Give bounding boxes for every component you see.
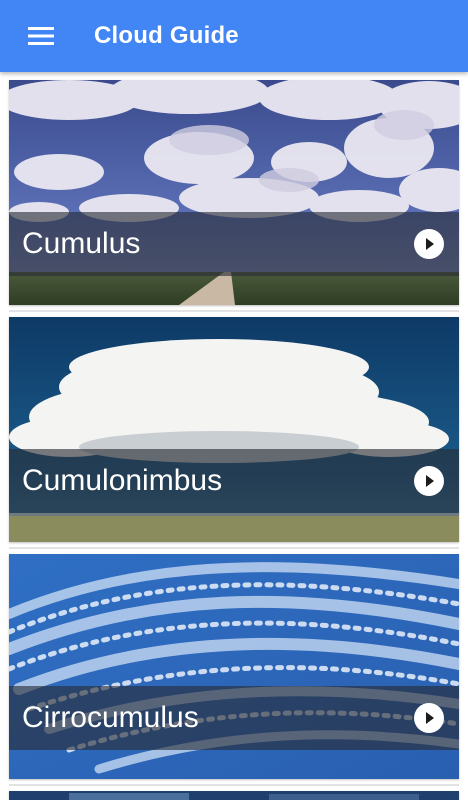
app-bar: Cloud Guide [0, 0, 468, 72]
cloud-card-partial[interactable] [9, 791, 459, 800]
cumulonimbus-caption-bar: Cumulonimbus [9, 449, 459, 513]
hamburger-menu-icon [28, 27, 54, 45]
partial-cloud-photo [9, 791, 459, 800]
card-label-cumulonimbus: Cumulonimbus [22, 464, 223, 497]
card-divider [9, 310, 459, 312]
cumulus-caption-bar: Cumulus [9, 212, 459, 276]
card-label-cirrocumulus: Cirrocumulus [22, 701, 199, 734]
app-title: Cloud Guide [94, 22, 239, 49]
cloud-card-cumulonimbus[interactable]: Cumulonimbus [9, 317, 459, 542]
cirrocumulus-caption-bar: Cirrocumulus [9, 686, 459, 750]
cloud-list: Cumulus Cumulonimbus Cirrocumulus [0, 72, 468, 800]
card-divider [9, 547, 459, 549]
card-divider [9, 784, 459, 786]
cloud-card-cirrocumulus[interactable]: Cirrocumulus [9, 554, 459, 779]
menu-button[interactable] [18, 18, 64, 54]
play-circle-icon[interactable] [413, 702, 445, 734]
play-circle-icon[interactable] [413, 228, 445, 260]
play-circle-icon[interactable] [413, 465, 445, 497]
card-label-cumulus: Cumulus [22, 227, 141, 260]
cloud-card-cumulus[interactable]: Cumulus [9, 80, 459, 305]
